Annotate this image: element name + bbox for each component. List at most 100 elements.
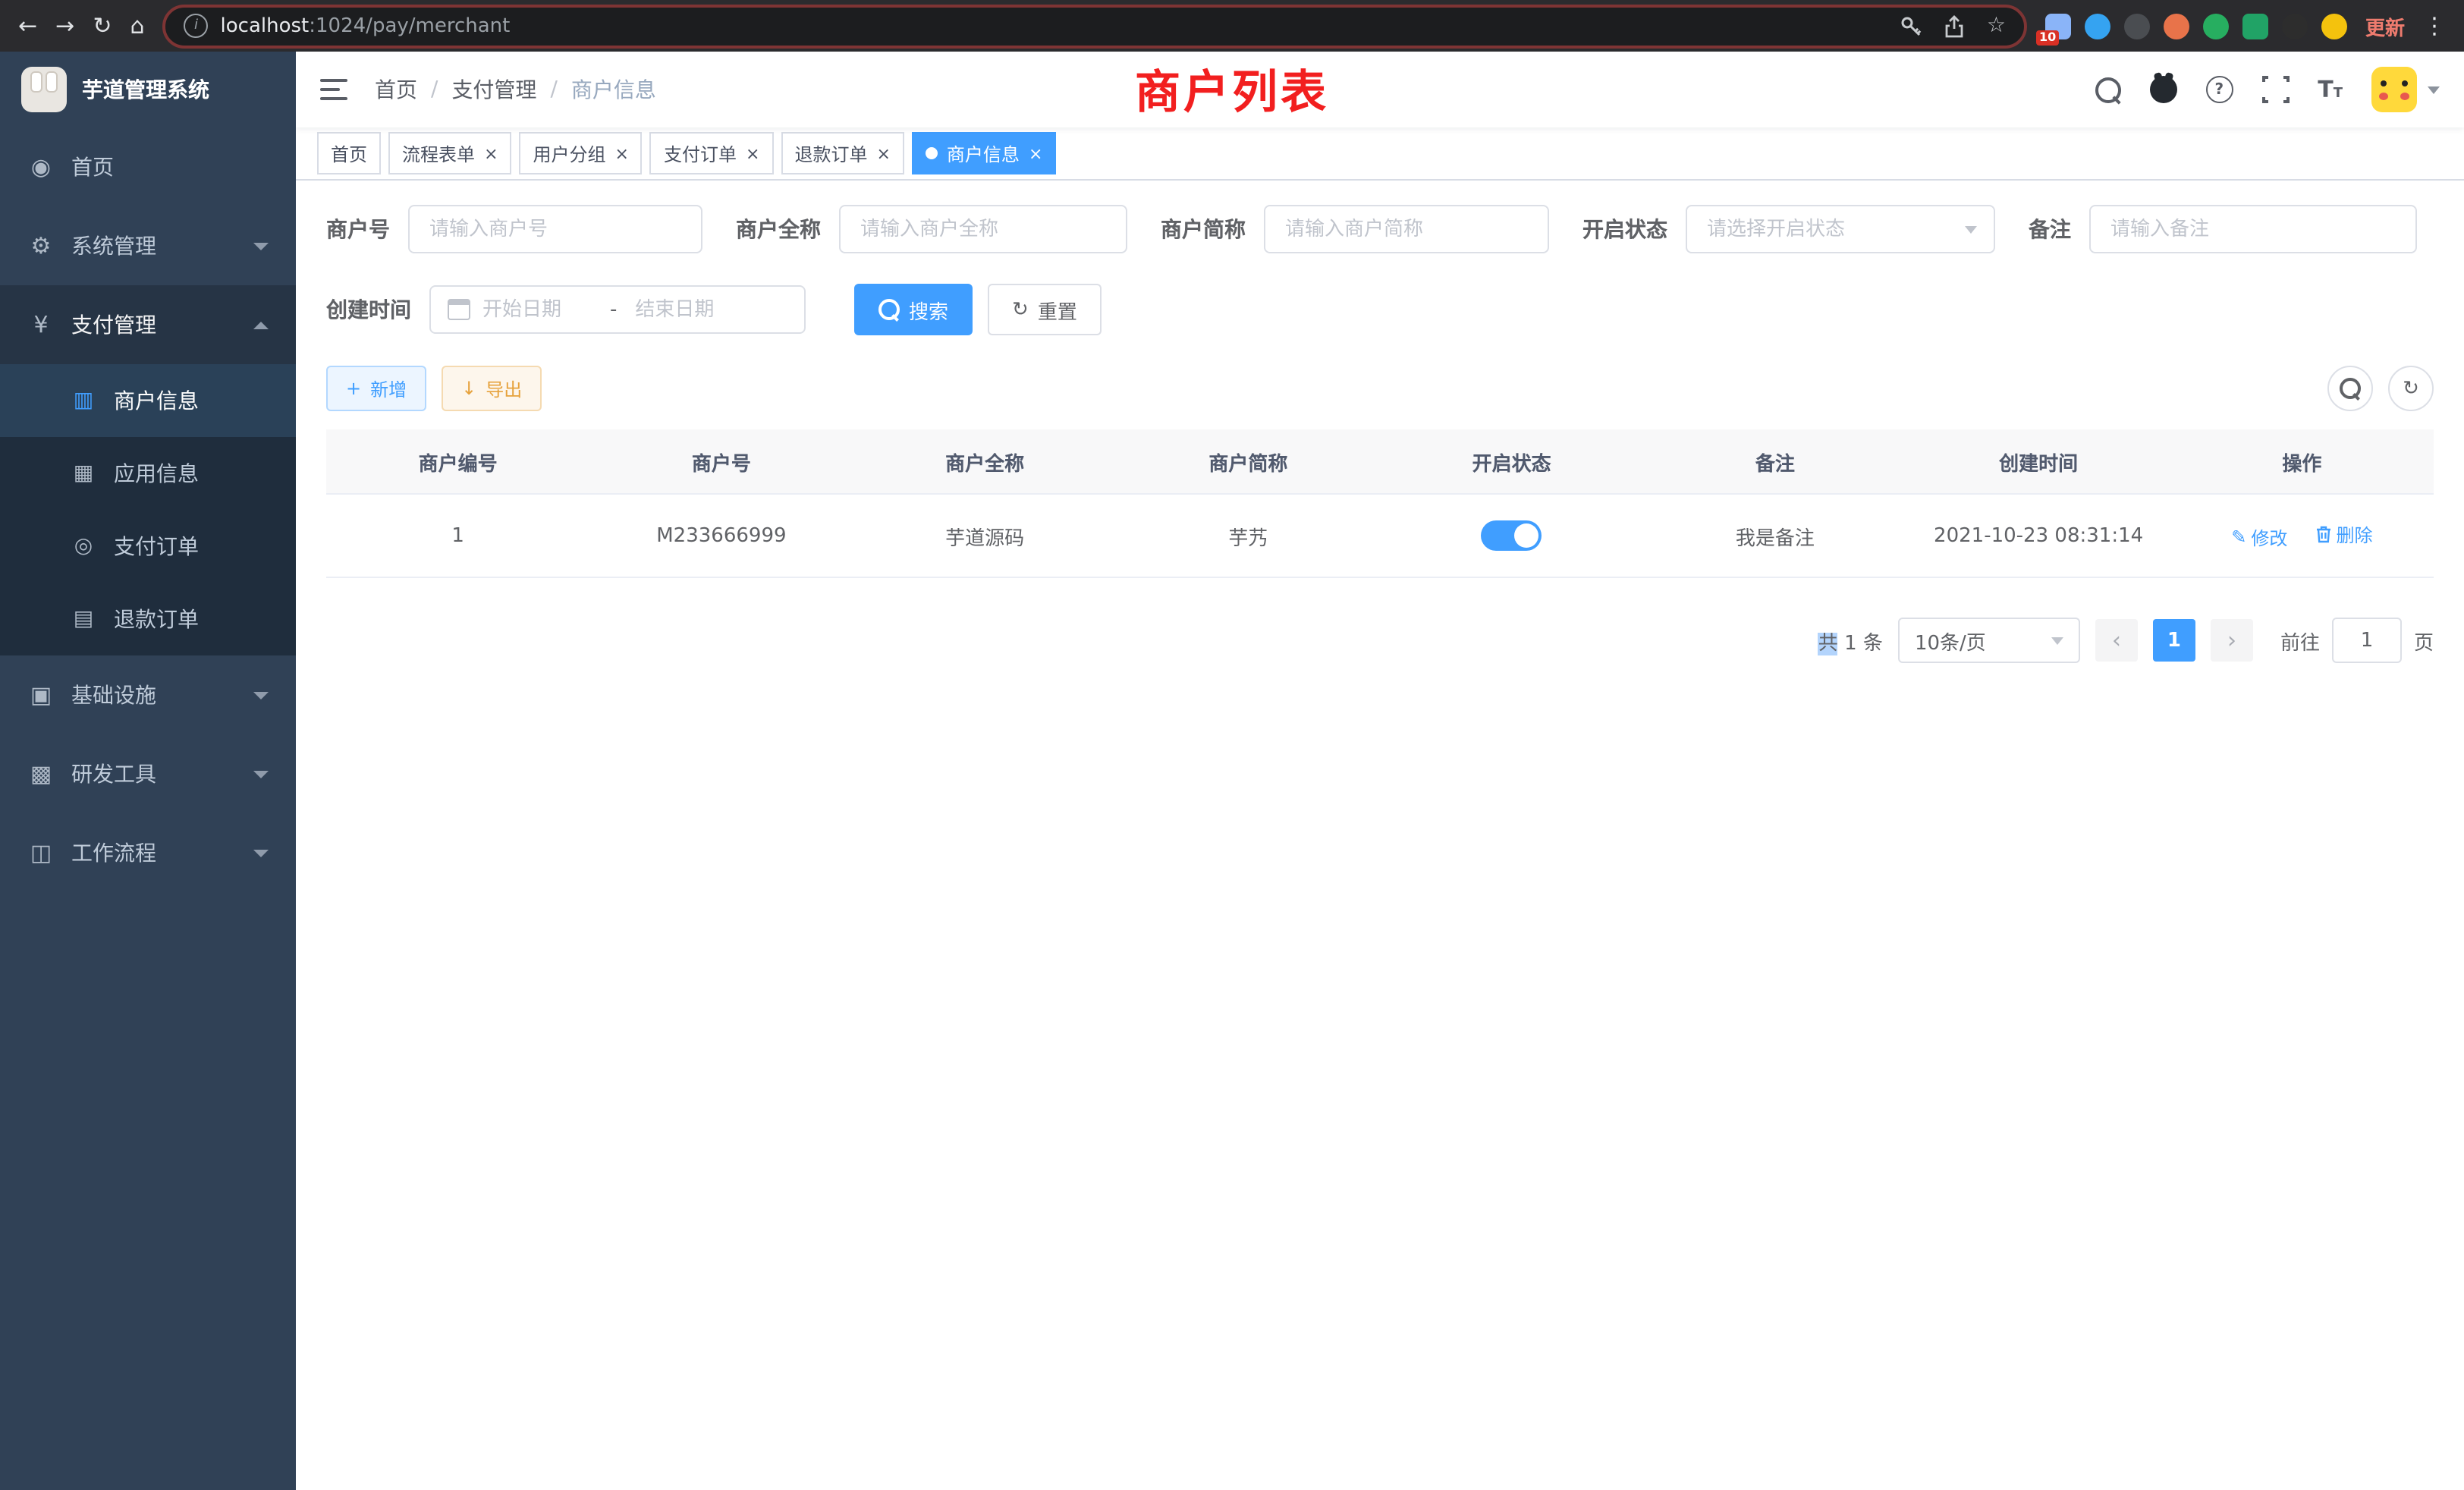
sidebar-item-merchant-info[interactable]: ▥ 商户信息 bbox=[0, 364, 296, 437]
tab-process-form[interactable]: 流程表单 × bbox=[388, 132, 511, 174]
url-path: :1024/pay/merchant bbox=[309, 14, 510, 37]
site-info-icon[interactable]: i bbox=[184, 14, 209, 38]
payment-submenu: ▥ 商户信息 ▦ 应用信息 ◎ 支付订单 ▤ 退款订单 bbox=[0, 364, 296, 655]
extension-icon[interactable] bbox=[2242, 13, 2268, 39]
sidebar-item-label: 研发工具 bbox=[71, 759, 156, 789]
password-key-icon[interactable] bbox=[1900, 14, 1923, 37]
browser-toolbar: ← → ↻ ⌂ i localhost:1024/pay/merchant ☆ … bbox=[0, 0, 2464, 52]
sidebar-item-devtools[interactable]: ▩ 研发工具 bbox=[0, 734, 296, 813]
merchant-no-input[interactable] bbox=[426, 216, 684, 242]
tab-pay-order[interactable]: 支付订单 × bbox=[650, 132, 773, 174]
browser-menu-icon[interactable]: ⋮ bbox=[2423, 12, 2446, 39]
plus-icon: + bbox=[346, 378, 361, 399]
end-date-input[interactable] bbox=[632, 297, 747, 322]
merchant-short-input[interactable] bbox=[1282, 216, 1531, 242]
close-icon[interactable]: × bbox=[746, 145, 759, 162]
sidebar-toggle-icon[interactable] bbox=[320, 79, 347, 100]
cell-merchant-id: 1 bbox=[326, 494, 589, 577]
date-range-separator: - bbox=[604, 298, 623, 321]
next-page-button[interactable]: › bbox=[2211, 619, 2253, 662]
fullscreen-icon[interactable] bbox=[2261, 76, 2289, 103]
tab-label: 退款订单 bbox=[794, 140, 867, 166]
extension-icon[interactable] bbox=[2203, 13, 2229, 39]
add-button[interactable]: + 新增 bbox=[326, 366, 426, 411]
toggle-search-button[interactable] bbox=[2327, 366, 2373, 411]
export-button[interactable]: ↓ 导出 bbox=[442, 366, 542, 411]
merchant-name-input-wrap bbox=[839, 205, 1127, 253]
merchant-short-input-wrap bbox=[1264, 205, 1549, 253]
start-date-input[interactable] bbox=[479, 297, 595, 322]
extension-icon[interactable] bbox=[2085, 13, 2110, 39]
sidebar: 芋道管理系统 ◉ 首页 ⚙ 系统管理 ¥ 支付管理 ▥ 商户信息 ▦ 应用信息 bbox=[0, 52, 296, 1490]
page-content: 商户号 商户全称 商户简称 开启状态 备注 bbox=[296, 181, 2464, 687]
extension-icon[interactable] bbox=[2282, 13, 2308, 39]
page-unit-label: 页 bbox=[2414, 626, 2434, 655]
edit-button[interactable]: ✎修改 bbox=[2231, 524, 2287, 550]
delete-button[interactable]: 删除 bbox=[2315, 521, 2372, 547]
user-avatar[interactable] bbox=[2371, 67, 2417, 112]
status-select-input[interactable] bbox=[1704, 216, 1956, 242]
sidebar-item-home[interactable]: ◉ 首页 bbox=[0, 127, 296, 206]
page-size-select[interactable]: 10条/页 bbox=[1898, 618, 2080, 663]
tab-user-group[interactable]: 用户分组 × bbox=[520, 132, 643, 174]
font-size-icon[interactable]: TT bbox=[2318, 76, 2343, 103]
extension-icon[interactable] bbox=[2124, 13, 2150, 39]
home-icon[interactable]: ⌂ bbox=[130, 14, 144, 37]
tools-icon: ▩ bbox=[27, 760, 55, 787]
merchant-name-input[interactable] bbox=[857, 216, 1109, 242]
sidebar-item-workflow[interactable]: ◫ 工作流程 bbox=[0, 813, 296, 892]
sidebar-item-infra[interactable]: ▣ 基础设施 bbox=[0, 655, 296, 734]
close-icon[interactable]: × bbox=[876, 145, 890, 162]
forward-icon[interactable]: → bbox=[55, 14, 74, 37]
reload-icon[interactable]: ↻ bbox=[93, 14, 112, 37]
total-count: 1 bbox=[1844, 632, 1857, 655]
extensions-puzzle-icon[interactable]: 10 bbox=[2045, 13, 2071, 39]
app-logo[interactable]: 芋道管理系统 bbox=[0, 52, 296, 127]
date-range-picker[interactable]: - bbox=[429, 285, 806, 334]
status-select[interactable] bbox=[1686, 205, 1995, 253]
github-icon[interactable] bbox=[2149, 76, 2176, 103]
search-icon[interactable] bbox=[2095, 77, 2120, 102]
close-icon[interactable]: × bbox=[1029, 145, 1042, 162]
breadcrumb-separator: / bbox=[431, 77, 438, 102]
refresh-table-button[interactable]: ↻ bbox=[2388, 366, 2434, 411]
sidebar-item-label: 基础设施 bbox=[71, 680, 156, 710]
tab-merchant-info[interactable]: 商户信息 × bbox=[912, 132, 1056, 174]
chevron-down-icon bbox=[253, 242, 269, 250]
page-size-value: 10条/页 bbox=[1915, 626, 1986, 655]
sidebar-item-pay-order[interactable]: ◎ 支付订单 bbox=[0, 510, 296, 583]
status-toggle[interactable] bbox=[1482, 520, 1542, 551]
tab-label: 用户分组 bbox=[533, 140, 606, 166]
sidebar-item-system[interactable]: ⚙ 系统管理 bbox=[0, 206, 296, 285]
remark-input[interactable] bbox=[2107, 216, 2399, 242]
tab-home[interactable]: 首页 bbox=[317, 132, 381, 174]
prev-page-button[interactable]: ‹ bbox=[2095, 619, 2138, 662]
bookmark-star-icon[interactable]: ☆ bbox=[1987, 14, 2006, 38]
filter-label: 商户简称 bbox=[1161, 214, 1246, 244]
breadcrumb-item[interactable]: 首页 bbox=[375, 74, 417, 105]
sidebar-item-refund-order[interactable]: ▤ 退款订单 bbox=[0, 583, 296, 655]
sidebar-item-payment[interactable]: ¥ 支付管理 bbox=[0, 285, 296, 364]
back-icon[interactable]: ← bbox=[18, 14, 37, 37]
goto-page-input[interactable] bbox=[2332, 618, 2402, 663]
workflow-icon: ◫ bbox=[27, 839, 55, 866]
close-icon[interactable]: × bbox=[615, 145, 629, 162]
chrome-update-button[interactable]: 更新 bbox=[2365, 11, 2405, 40]
address-bar[interactable]: i localhost:1024/pay/merchant ☆ bbox=[163, 4, 2027, 48]
extension-icon[interactable] bbox=[2164, 13, 2189, 39]
breadcrumb-item[interactable]: 支付管理 bbox=[451, 74, 536, 105]
search-button[interactable]: 搜索 bbox=[854, 284, 973, 335]
help-icon[interactable]: ? bbox=[2205, 76, 2233, 103]
profile-avatar-icon[interactable] bbox=[2321, 13, 2347, 39]
current-page-button[interactable]: 1 bbox=[2153, 619, 2195, 662]
sidebar-item-app-info[interactable]: ▦ 应用信息 bbox=[0, 437, 296, 510]
reset-button[interactable]: ↻ 重置 bbox=[988, 284, 1102, 335]
url-host: localhost bbox=[221, 14, 310, 37]
pagination: 共 1 条 10条/页 ‹ 1 › 前往 页 bbox=[326, 618, 2434, 663]
tab-refund-order[interactable]: 退款订单 × bbox=[781, 132, 904, 174]
annotation-merchant-list: 商户列表 bbox=[1135, 55, 1329, 121]
share-icon[interactable] bbox=[1944, 14, 1966, 37]
user-menu[interactable] bbox=[2371, 67, 2440, 112]
close-icon[interactable]: × bbox=[484, 145, 498, 162]
yen-icon: ¥ bbox=[27, 311, 55, 338]
